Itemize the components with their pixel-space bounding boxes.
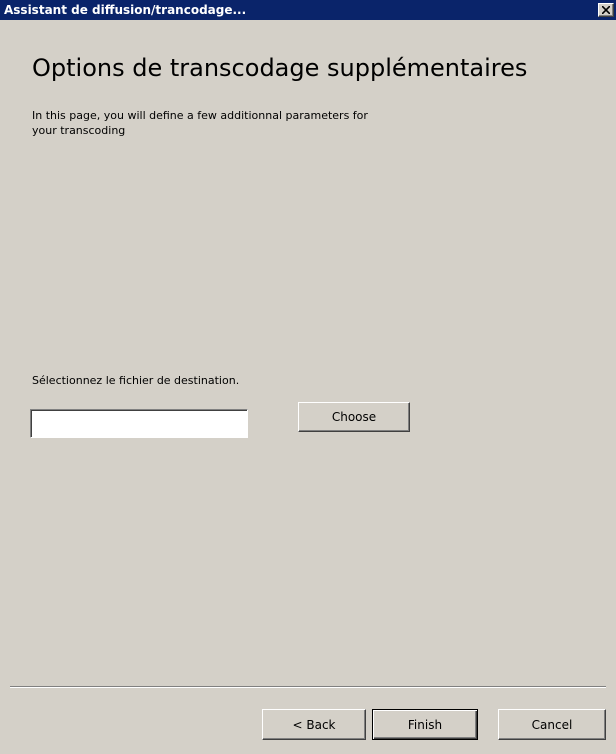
page-heading: Options de transcodage supplémentaires (32, 54, 528, 82)
close-button[interactable] (598, 3, 614, 17)
finish-button[interactable]: Finish (372, 709, 478, 740)
cancel-button[interactable]: Cancel (498, 709, 606, 740)
title-bar[interactable]: Assistant de diffusion/trancodage... (0, 0, 616, 20)
destination-label: Sélectionnez le fichier de destination. (32, 374, 240, 387)
wizard-window: Assistant de diffusion/trancodage... Opt… (0, 0, 616, 754)
footer-separator (10, 686, 606, 688)
choose-button[interactable]: Choose (298, 402, 410, 432)
close-icon (602, 6, 610, 14)
destination-file-input[interactable] (30, 409, 248, 438)
window-title: Assistant de diffusion/trancodage... (4, 3, 247, 17)
back-button[interactable]: < Back (262, 709, 366, 740)
page-description: In this page, you will define a few addi… (32, 109, 368, 137)
